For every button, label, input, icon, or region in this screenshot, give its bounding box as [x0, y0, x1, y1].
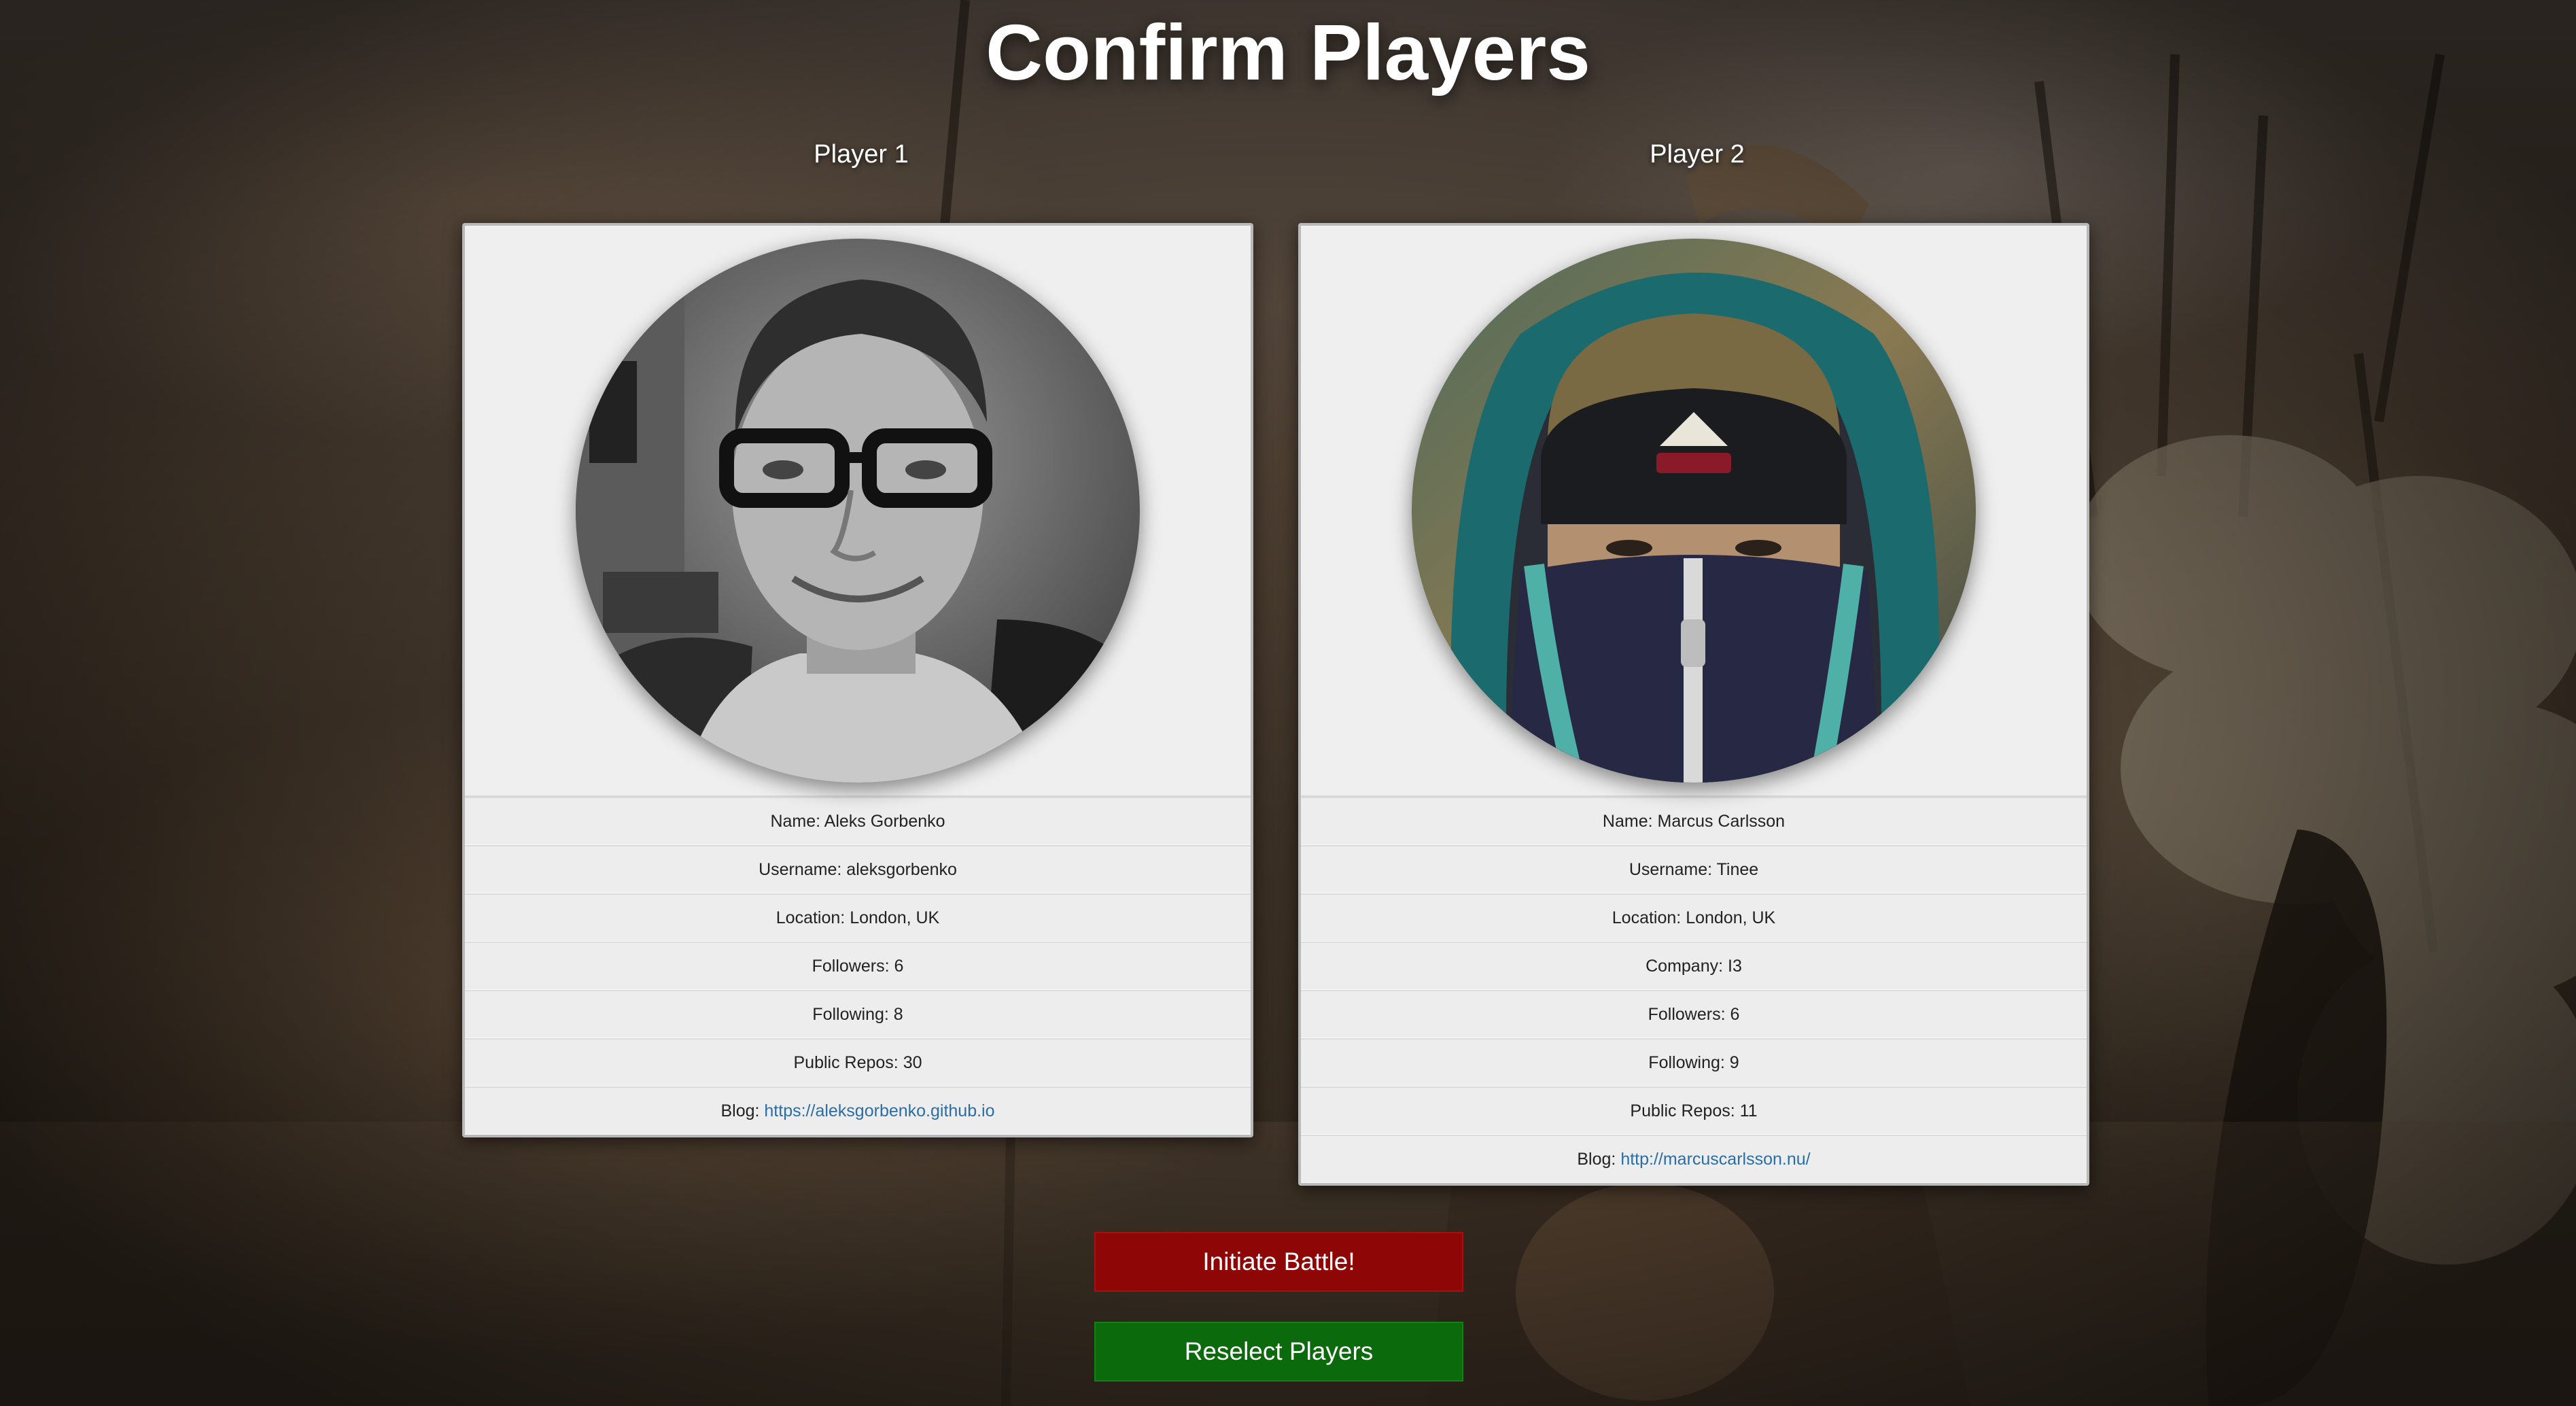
player-1-avatar-container [465, 226, 1251, 797]
player-2-location-row: Location: London, UK [1301, 893, 2087, 942]
following-value: 8 [893, 1005, 903, 1024]
player-2-name-row: Name: Marcus Carlsson [1301, 797, 2087, 845]
company-label: Company: [1646, 957, 1728, 976]
blog-label: Blog: [720, 1101, 765, 1120]
background-image [0, 0, 2576, 1406]
background-vignette [0, 0, 2576, 1406]
location-value: London, UK [1686, 908, 1776, 927]
name-value: Marcus Carlsson [1657, 812, 1786, 831]
name-label: Name: [770, 812, 824, 831]
player-1-name-row: Name: Aleks Gorbenko [465, 797, 1251, 845]
player-2-blog-link[interactable]: http://marcuscarlsson.nu/ [1620, 1150, 1810, 1169]
player-2-card: Name: Marcus Carlsson Username: Tinee Lo… [1298, 223, 2089, 1186]
page-title: Confirm Players [986, 8, 1590, 97]
reselect-players-button[interactable]: Reselect Players [1094, 1322, 1463, 1382]
initiate-battle-button[interactable]: Initiate Battle! [1094, 1232, 1463, 1292]
name-label: Name: [1602, 812, 1658, 831]
player-1-username-row: Username: aleksgorbenko [465, 845, 1251, 893]
location-value: London, UK [850, 908, 940, 927]
player-2-heading: Player 2 [1650, 140, 1745, 169]
player-1-location-row: Location: London, UK [465, 893, 1251, 942]
location-label: Location: [776, 908, 850, 927]
username-label: Username: [759, 860, 847, 879]
player-1-avatar [576, 239, 1140, 783]
location-label: Location: [1612, 908, 1686, 927]
player-2-company-row: Company: I3 [1301, 942, 2087, 990]
username-value: aleksgorbenko [846, 860, 957, 879]
username-label: Username: [1629, 860, 1717, 879]
player-1-following-row: Following: 8 [465, 990, 1251, 1038]
player-2-username-row: Username: Tinee [1301, 845, 2087, 893]
player-2-avatar [1412, 239, 1976, 783]
name-value: Aleks Gorbenko [824, 812, 945, 831]
following-value: 9 [1729, 1053, 1739, 1072]
public-repos-value: 30 [903, 1053, 922, 1072]
username-value: Tinee [1716, 860, 1759, 879]
company-value: I3 [1728, 957, 1742, 976]
player-1-repos-row: Public Repos: 30 [465, 1038, 1251, 1086]
following-label: Following: [812, 1005, 894, 1024]
player-2-avatar-image [1412, 239, 1976, 783]
public-repos-value: 11 [1739, 1101, 1758, 1120]
player-2-repos-row: Public Repos: 11 [1301, 1086, 2087, 1135]
player-1-followers-row: Followers: 6 [465, 942, 1251, 990]
player-2-following-row: Following: 9 [1301, 1038, 2087, 1086]
public-repos-label: Public Repos: [793, 1053, 903, 1072]
following-label: Following: [1648, 1053, 1730, 1072]
followers-label: Followers: [1648, 1005, 1730, 1024]
followers-value: 6 [894, 957, 904, 976]
followers-value: 6 [1730, 1005, 1740, 1024]
player-1-heading: Player 1 [814, 140, 909, 169]
player-1-blog-link[interactable]: https://aleksgorbenko.github.io [764, 1101, 994, 1120]
followers-label: Followers: [812, 957, 894, 976]
player-2-followers-row: Followers: 6 [1301, 990, 2087, 1038]
player-1-card: Name: Aleks Gorbenko Username: aleksgorb… [462, 223, 1253, 1137]
blog-label: Blog: [1577, 1150, 1621, 1169]
player-1-avatar-image [576, 239, 1140, 783]
public-repos-label: Public Repos: [1630, 1101, 1740, 1120]
player-2-avatar-container [1301, 226, 2087, 797]
player-2-blog-row: Blog: http://marcuscarlsson.nu/ [1301, 1135, 2087, 1183]
player-1-blog-row: Blog: https://aleksgorbenko.github.io [465, 1086, 1251, 1135]
